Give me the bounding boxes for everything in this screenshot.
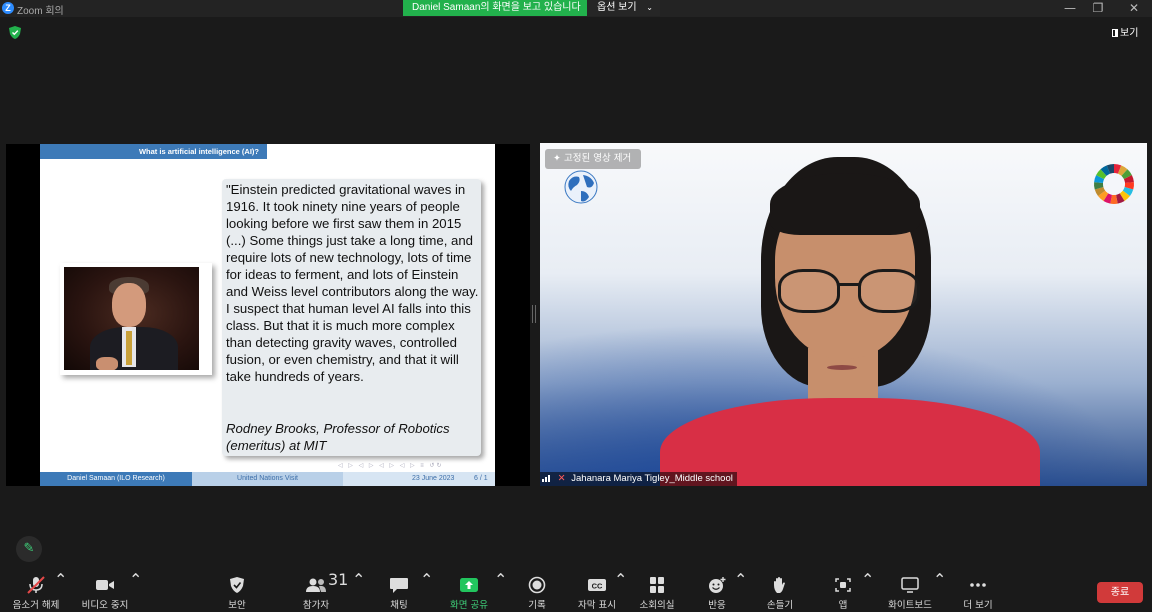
participant-video-tile[interactable] [540, 143, 1147, 486]
view-options-label: 옵션 보기 [597, 2, 637, 13]
screen-share-banner-text: Daniel Samaan의 화면을 보고 있습니다 [412, 2, 581, 13]
record-icon [528, 576, 546, 594]
footer-page-number: 6 / 1 [474, 475, 488, 482]
breakout-rooms-label: 소회의실 [639, 600, 675, 611]
glasses-right-lens [858, 269, 920, 313]
raise-hand-button[interactable]: 손들기 [760, 570, 800, 612]
stop-video-button[interactable]: 비디오 중지 [80, 570, 130, 612]
participants-icon [306, 578, 326, 592]
record-button[interactable]: 기록 [517, 570, 557, 612]
mic-off-icon [27, 576, 45, 594]
video-camera-icon [96, 580, 114, 590]
speaker-photo [64, 267, 199, 370]
unpin-video-button[interactable]: ✦ 고정된 영상 제거 [545, 149, 641, 169]
chat-bubble-icon [390, 578, 408, 593]
reactions-button[interactable]: 반응 [697, 570, 737, 612]
window-title: Zoom 회의 [17, 6, 64, 17]
encryption-shield-icon[interactable] [9, 26, 21, 39]
share-screen-caret-icon[interactable]: ⌃ [494, 570, 507, 612]
quote-author: Rodney Brooks, Professor of Robotics (em… [226, 421, 450, 453]
apps-label: 앱 [838, 600, 848, 611]
globe-icon [564, 170, 598, 204]
participant-name: Jahanara Mariya Tigley_Middle school [571, 473, 733, 484]
audio-options-caret-icon[interactable]: ⌃ [54, 570, 67, 612]
share-screen-label: 화면 공유 [450, 600, 488, 611]
view-layout-button[interactable]: 보기 [1112, 24, 1138, 39]
apps-caret-icon[interactable]: ⌃ [861, 570, 874, 612]
reactions-caret-icon[interactable]: ⌃ [734, 570, 747, 612]
share-screen-icon [460, 578, 478, 592]
reactions-label: 반응 [708, 600, 726, 611]
whiteboard-button[interactable]: 화이트보드 [882, 570, 938, 612]
view-layout-label: 보기 [1120, 28, 1139, 39]
more-label: 더 보기 [963, 600, 993, 611]
cc-badge-text: CC [592, 582, 603, 591]
participant-name-tag: ✕ Jahanara Mariya Tigley_Middle school [540, 472, 737, 486]
security-button[interactable]: 보안 [217, 570, 257, 612]
security-label: 보안 [228, 600, 246, 611]
breakout-rooms-icon [650, 577, 664, 593]
chevron-down-icon: ⌄ [646, 3, 653, 12]
stop-video-label: 비디오 중지 [81, 600, 129, 611]
slide-footer: Daniel Samaan (ILO Research) United Nati… [40, 472, 495, 486]
whiteboard-label: 화이트보드 [888, 600, 932, 611]
closed-captions-icon: CC [588, 579, 606, 591]
chat-button[interactable]: 채팅 [379, 570, 419, 612]
unpin-video-label: 고정된 영상 제거 [563, 153, 632, 164]
breakout-rooms-button[interactable]: 소회의실 [637, 570, 677, 612]
end-meeting-button[interactable]: 종료 [1097, 582, 1143, 603]
close-icon[interactable]: ✕ [1121, 0, 1147, 17]
slide-navigation-icons: ◁ ▷ ◁ ▷ ◁ ▷ ◁ ▷ ≡ ↺↻ [338, 463, 444, 469]
speaker-photo-frame [60, 263, 212, 375]
slide-title: What is artificial intelligence (AI)? [40, 144, 267, 159]
chat-caret-icon[interactable]: ⌃ [420, 570, 433, 612]
view-options-button[interactable]: 옵션 보기 ⌄ [587, 0, 660, 16]
participants-label: 참가자 [302, 600, 330, 611]
participant-mouth [827, 365, 857, 370]
apps-icon [835, 578, 851, 592]
shield-icon [230, 577, 244, 593]
captions-button[interactable]: CC 자막 표시 [575, 570, 619, 612]
apps-button[interactable]: 앱 [823, 570, 863, 612]
footer-date-page: 23 June 2023 6 / 1 [343, 472, 495, 486]
share-screen-button[interactable]: 화면 공유 [444, 570, 494, 612]
muted-mic-icon: ✕ [557, 473, 566, 484]
unmute-label: 음소거 해제 [12, 600, 60, 611]
layout-icon [1112, 29, 1118, 37]
minimize-icon[interactable]: — [1057, 0, 1083, 17]
glasses-left-lens [778, 269, 840, 313]
footer-date: 23 June 2023 [412, 475, 455, 482]
zoom-logo-icon: Z [2, 2, 14, 14]
meeting-toolbar: 음소거 해제 ⌃ 비디오 중지 ⌃ 보안 참가자 31 ⌃ 채팅 ⌃ 화면 공유… [0, 570, 1152, 612]
participants-caret-icon[interactable]: ⌃ [352, 570, 365, 612]
more-button[interactable]: 더 보기 [958, 570, 998, 612]
record-label: 기록 [528, 600, 546, 611]
raise-hand-label: 손들기 [766, 600, 794, 611]
whiteboard-icon [901, 577, 919, 593]
split-view-drag-handle[interactable] [532, 305, 536, 323]
sdg-wheel-icon [1094, 164, 1134, 204]
footer-event: United Nations Visit [192, 472, 343, 486]
captions-label: 자막 표시 [578, 600, 616, 611]
whiteboard-caret-icon[interactable]: ⌃ [933, 570, 946, 612]
participant-count: 31 [328, 570, 349, 589]
presentation-slide: What is artificial intelligence (AI)? "E… [40, 144, 495, 486]
screen-share-banner: Daniel Samaan의 화면을 보고 있습니다 [403, 0, 587, 16]
footer-author: Daniel Samaan (ILO Research) [40, 472, 192, 486]
quote-text: "Einstein predicted gravitational waves … [226, 182, 479, 384]
pin-icon: ✦ [553, 153, 564, 164]
participant-bangs [770, 173, 920, 235]
video-options-caret-icon[interactable]: ⌃ [129, 570, 142, 612]
more-dots-icon [970, 583, 986, 587]
raise-hand-icon [774, 577, 785, 593]
captions-caret-icon[interactable]: ⌃ [614, 570, 627, 612]
zoom-meeting-window: Z Zoom 회의 — ❐ ✕ Daniel Samaan의 화면을 보고 있습… [0, 0, 1152, 612]
restore-icon[interactable]: ❐ [1085, 0, 1111, 17]
glasses-bridge [838, 283, 860, 286]
signal-strength-icon [542, 475, 550, 482]
smiley-icon [709, 577, 726, 593]
chat-label: 채팅 [390, 600, 408, 611]
annotate-pencil-icon[interactable]: ✎ [16, 536, 42, 562]
